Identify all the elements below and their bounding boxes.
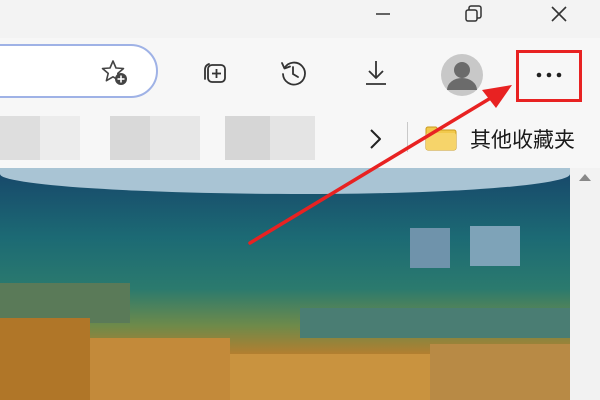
- blurred-favorite[interactable]: [225, 116, 270, 160]
- minimize-button[interactable]: [360, 0, 406, 28]
- download-icon: [366, 61, 386, 85]
- blurred-block: [430, 344, 570, 400]
- restore-icon: [465, 5, 482, 22]
- collections-icon: [204, 63, 226, 83]
- content-wave: [0, 168, 570, 194]
- other-favorites-label[interactable]: 其他收藏夹: [470, 124, 575, 154]
- blurred-favorite[interactable]: [270, 116, 315, 160]
- folder-icon: [425, 126, 457, 151]
- add-favorite-icon: [101, 60, 127, 85]
- downloads-button[interactable]: [353, 50, 399, 96]
- address-bar[interactable]: [0, 44, 158, 98]
- title-bar: [0, 0, 600, 38]
- favorites-divider: [407, 122, 408, 152]
- blurred-block: [0, 283, 130, 323]
- favorites-overflow-button[interactable]: [362, 124, 388, 154]
- add-favorite-button[interactable]: [100, 58, 130, 88]
- blurred-block: [410, 228, 450, 268]
- restore-button[interactable]: [450, 0, 496, 28]
- blurred-block: [470, 226, 520, 266]
- scroll-up-icon[interactable]: [570, 168, 600, 188]
- other-favorites-folder[interactable]: [424, 123, 458, 153]
- history-button[interactable]: [270, 50, 316, 96]
- more-options-icon: [536, 72, 562, 78]
- blurred-block: [0, 318, 90, 400]
- close-button[interactable]: [536, 0, 582, 28]
- blurred-block: [230, 354, 430, 400]
- blurred-favorite[interactable]: [40, 116, 80, 160]
- profile-avatar-icon: [441, 54, 483, 96]
- more-options-button[interactable]: [526, 52, 572, 98]
- blurred-favorite[interactable]: [110, 116, 150, 160]
- chevron-right-icon: [370, 129, 381, 149]
- blurred-block: [90, 338, 230, 400]
- history-icon: [281, 61, 306, 86]
- profile-button[interactable]: [439, 52, 485, 98]
- close-icon: [551, 6, 567, 22]
- minimize-icon: [376, 13, 390, 15]
- blurred-favorite[interactable]: [150, 116, 200, 160]
- blurred-block: [300, 308, 570, 338]
- blurred-favorite[interactable]: [0, 116, 40, 160]
- page-content-image: [0, 168, 570, 400]
- vertical-scrollbar[interactable]: [570, 168, 600, 400]
- collections-button[interactable]: [191, 50, 237, 96]
- browser-toolbar: [0, 38, 600, 110]
